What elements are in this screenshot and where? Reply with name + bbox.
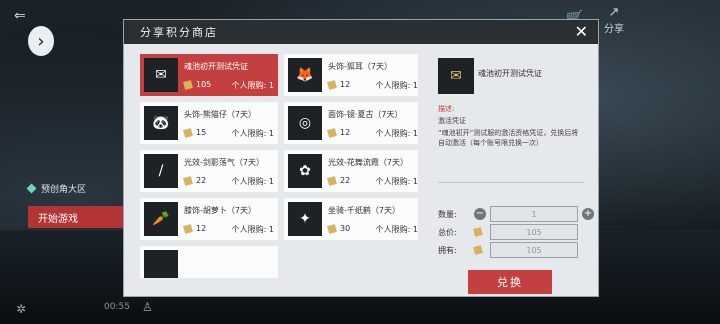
item-name: 头饰-狐耳（7天）	[328, 62, 392, 71]
desc-text: “魂池初开”测试服的激活资格凭证，兑换后将自动激活（每个账号限兑换一次）	[438, 129, 579, 147]
detail-item-name: 魂池初开测试凭证	[478, 69, 542, 78]
share-button[interactable]: ↗ 分享	[594, 6, 634, 36]
item-limit: 个人限购: 1	[231, 81, 274, 90]
desc-type: 激活凭证	[438, 117, 466, 125]
item-limit: 个人限购: 1	[375, 129, 418, 138]
item-icon: 🥕	[144, 202, 178, 236]
item-price: 12	[183, 223, 206, 234]
coin-icon	[183, 223, 193, 234]
item-name: 魂池初开测试凭证	[184, 62, 248, 71]
item-name: 光效-剑影荡气（7天）	[184, 158, 264, 167]
item-name: 坐骑-千纸鹤（7天）	[328, 206, 400, 215]
shop-item[interactable]: ◎ 面饰-镜·夏古（7天） 12 个人限购: 1	[284, 102, 418, 144]
item-detail-panel: ✉ 魂池初开测试凭证 描述: 激活凭证 “魂池初开”测试服的激活资格凭证，兑换后…	[432, 54, 594, 280]
item-name: 光效-花舞流霞（7天）	[328, 158, 408, 167]
item-limit: 个人限购: 1	[231, 177, 274, 186]
owned-value: 105	[490, 242, 578, 258]
desc-label: 描述:	[438, 105, 455, 113]
back-arrow-icon[interactable]: ⇐	[14, 8, 36, 24]
plus-icon[interactable]: +	[582, 208, 594, 220]
coin-icon	[473, 245, 483, 255]
item-grid: ✉ 魂池初开测试凭证 105 个人限购: 1 🦊 头饰-狐耳（7天） 12 个人…	[140, 54, 418, 278]
modal-title: 分享积分商店	[140, 26, 218, 39]
item-icon: /	[144, 154, 178, 188]
detail-item-icon: ✉	[438, 58, 474, 94]
total-value: 105	[490, 224, 578, 240]
item-price: 105	[183, 79, 211, 90]
server-selector[interactable]: 预创角大区	[26, 182, 87, 195]
item-limit: 个人限购: 1	[375, 81, 418, 90]
item-icon: ◎	[288, 106, 322, 140]
item-price: 12	[327, 127, 350, 138]
shop-item[interactable]: 🥕 膝饰-胡萝卜（7天） 12 个人限购: 1	[140, 198, 278, 240]
coin-icon	[473, 227, 483, 237]
item-price: 12	[327, 79, 350, 90]
close-icon[interactable]: ✕	[575, 23, 588, 41]
item-limit: 个人限购: 1	[231, 129, 274, 138]
detail-divider	[438, 182, 584, 183]
item-icon: ✉	[144, 58, 178, 92]
shop-item[interactable]: 🐼 头饰-熊猫仔（7天） 15 个人限购: 1	[140, 102, 278, 144]
shop-item[interactable]: ✦ 坐骑-千纸鹤（7天） 30 个人限购: 1	[284, 198, 418, 240]
coin-icon	[327, 127, 337, 138]
item-icon: 🐼	[144, 106, 178, 140]
item-limit: 个人限购: 1	[375, 225, 418, 234]
item-limit: 个人限购: 1	[231, 225, 274, 234]
item-price: 22	[327, 175, 350, 186]
character-icon[interactable]: ♙	[142, 300, 156, 318]
quantity-row: 数量: − 1 +	[438, 206, 598, 222]
share-shop-modal: 分享积分商店 ✕ ✉ 魂池初开测试凭证 105 个人限购: 1 🦊 头饰-狐耳（…	[124, 20, 598, 296]
total-row: 总价: 105	[438, 224, 578, 240]
bug-icon[interactable]: ✲	[16, 302, 26, 316]
shop-item[interactable]: ✉ 魂池初开测试凭证 105 个人限购: 1	[140, 54, 278, 96]
coin-icon	[183, 175, 193, 186]
shop-item[interactable]: / 光效-剑影荡气（7天） 22 个人限购: 1	[140, 150, 278, 192]
item-name: 面饰-镜·夏古（7天）	[328, 110, 403, 119]
owned-row: 拥有: 105	[438, 242, 578, 258]
timer: 00:55	[104, 302, 130, 312]
item-icon: ✦	[288, 202, 322, 236]
shop-item-partial[interactable]	[140, 246, 278, 278]
server-label: 预创角大区	[41, 185, 87, 195]
item-name: 头饰-熊猫仔（7天）	[184, 110, 256, 119]
quantity-input[interactable]: 1	[490, 206, 578, 222]
owned-label: 拥有:	[438, 245, 457, 255]
item-name: 膝饰-胡萝卜（7天）	[184, 206, 256, 215]
shop-item[interactable]: 🦊 头饰-狐耳（7天） 12 个人限购: 1	[284, 54, 418, 96]
qty-label: 数量:	[438, 209, 457, 219]
item-icon	[144, 250, 178, 278]
item-icon: ✿	[288, 154, 322, 188]
coin-icon	[183, 127, 193, 138]
server-status-icon	[26, 183, 37, 194]
minus-icon[interactable]: −	[474, 208, 486, 220]
side-expand-button[interactable]: ›	[28, 26, 54, 56]
item-icon: 🦊	[288, 58, 322, 92]
modal-header: 分享积分商店 ✕	[124, 20, 598, 44]
start-game-button[interactable]: 开始游戏	[28, 206, 126, 228]
total-label: 总价:	[438, 227, 457, 237]
share-label: 分享	[604, 24, 624, 35]
share-icon: ↗	[608, 5, 620, 20]
item-price: 30	[327, 223, 350, 234]
shop-item[interactable]: ✿ 光效-花舞流霞（7天） 22 个人限购: 1	[284, 150, 418, 192]
coin-icon	[327, 79, 337, 90]
item-limit: 个人限购: 1	[375, 177, 418, 186]
item-price: 15	[183, 127, 206, 138]
coin-icon	[183, 79, 193, 90]
exchange-button[interactable]: 兑换	[468, 270, 552, 294]
item-price: 22	[183, 175, 206, 186]
coin-icon	[327, 175, 337, 186]
coin-icon	[327, 223, 337, 234]
